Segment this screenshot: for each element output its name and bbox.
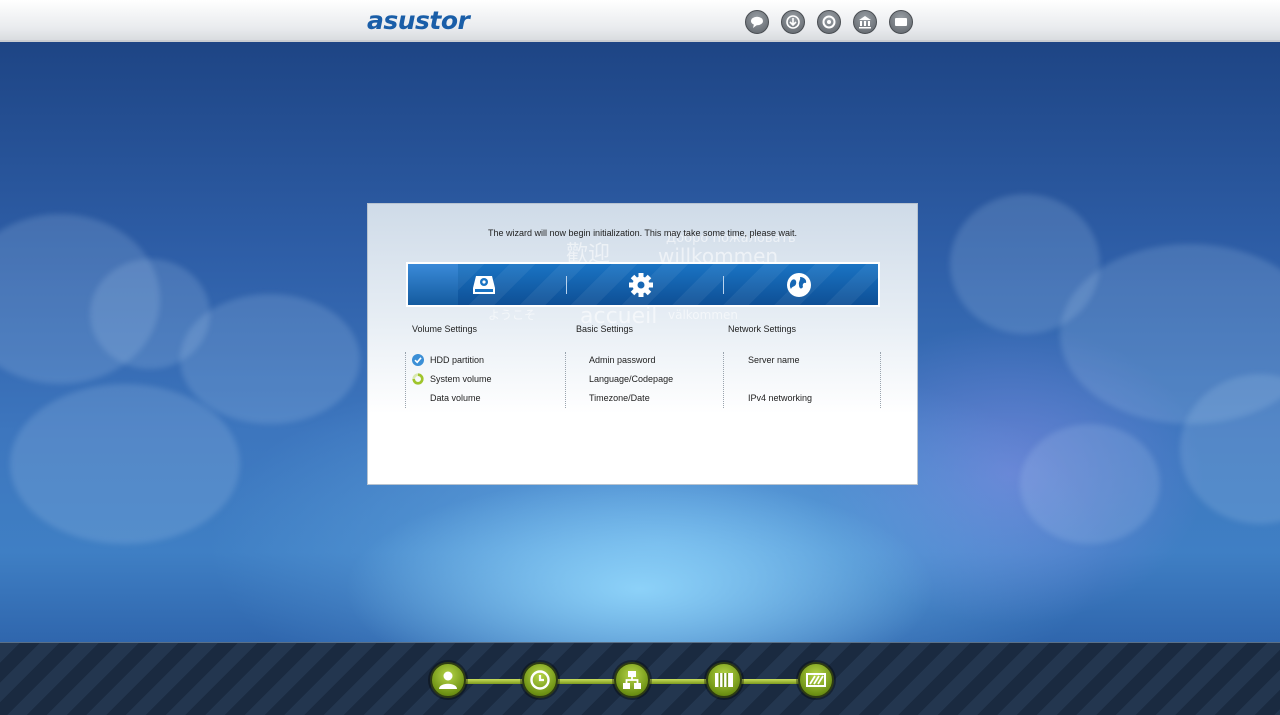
download-icon[interactable] <box>781 10 805 34</box>
chat-icon[interactable] <box>745 10 769 34</box>
display-icon[interactable] <box>889 10 913 34</box>
step-item-ipv4-networking: IPv4 networking <box>748 393 813 403</box>
watermark-word: ようこそ <box>488 308 537 322</box>
wizard-message: The wizard will now begin initialization… <box>488 228 797 238</box>
basic-settings-title: Basic Settings <box>576 324 634 334</box>
gear-icon <box>629 273 653 297</box>
wizard-step-bar <box>406 262 880 307</box>
step-item-system-volume: System volume <box>430 374 492 384</box>
globe-icon <box>787 273 811 297</box>
column-divider <box>723 352 724 408</box>
column-divider <box>565 352 566 408</box>
bottom-bar <box>0 642 1280 715</box>
column-divider <box>405 352 406 408</box>
step-separator <box>566 276 567 294</box>
asustor-logo: asustor <box>367 6 470 35</box>
finish-icon <box>798 662 834 698</box>
step-item-hdd-partition: HDD partition <box>430 355 485 365</box>
volume-settings-title: Volume Settings <box>412 324 478 334</box>
network-icon <box>614 662 650 698</box>
network-settings-title: Network Settings <box>728 324 797 334</box>
support-icon[interactable] <box>817 10 841 34</box>
check-circle-icon <box>412 354 424 366</box>
storage-icon <box>706 662 742 698</box>
column-divider <box>880 352 881 408</box>
hdd-settings-icon <box>473 276 495 294</box>
top-bar: asustor <box>0 0 1280 42</box>
user-icon <box>430 662 466 698</box>
initialization-dialog: 歡迎 Добро пожаловать willkommen ようこそ accu… <box>367 203 918 485</box>
clock-icon <box>522 662 558 698</box>
step-item-timezone-date: Timezone/Date <box>589 393 650 403</box>
watermark-word: välkommen <box>668 308 739 322</box>
step-item-language-codepage: Language/Codepage <box>589 374 674 384</box>
top-icon-group <box>745 10 913 34</box>
step-item-server-name: Server name <box>748 355 800 365</box>
active-step-highlight <box>408 264 458 305</box>
step-item-data-volume: Data volume <box>430 393 481 403</box>
step-item-admin-password: Admin password <box>589 355 656 365</box>
museum-icon[interactable] <box>853 10 877 34</box>
loading-spinner-icon <box>412 373 424 385</box>
step-separator <box>723 276 724 294</box>
